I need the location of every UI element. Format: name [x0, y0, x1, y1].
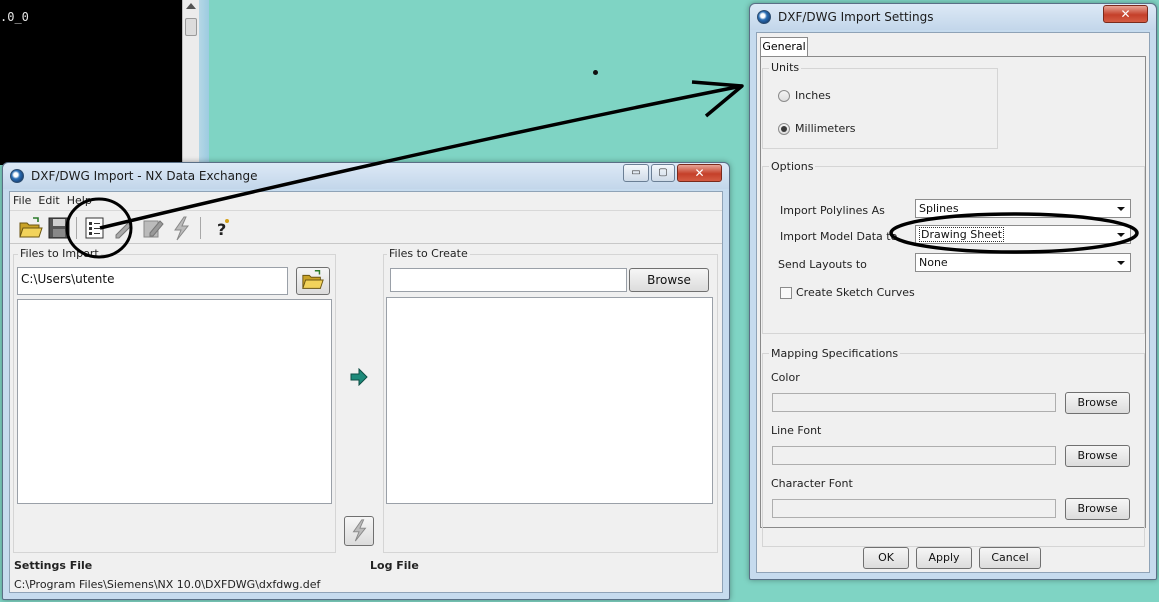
open-folder-icon [302, 270, 324, 289]
edit-icon[interactable] [112, 215, 138, 241]
settings-file-label: Settings File [14, 559, 93, 572]
settings-close-button[interactable]: ✕ [1103, 5, 1148, 23]
inches-label: Inches [795, 89, 831, 102]
units-label: Units [769, 61, 802, 74]
import-polylines-select[interactable]: Splines [915, 199, 1131, 218]
import-model-select[interactable]: Drawing Sheet [915, 225, 1131, 244]
import-polylines-value: Splines [919, 202, 959, 215]
general-tab-pane: Units Inches Millimeters Options Import … [760, 56, 1146, 547]
import-model-label: Import Model Data to [780, 230, 898, 243]
dropdown-arrow-icon [1117, 207, 1125, 211]
create-sketch-checkbox[interactable] [780, 287, 792, 299]
settings-title: DXF/DWG Import Settings [778, 10, 934, 24]
cancel-button[interactable]: Cancel [979, 547, 1041, 569]
create-path-input[interactable] [390, 268, 627, 292]
import-window-title: DXF/DWG Import - NX Data Exchange [31, 169, 258, 183]
menu-file[interactable]: File [10, 192, 35, 207]
minimize-button[interactable]: ▭ [623, 164, 649, 182]
scroll-thumb[interactable] [185, 18, 197, 36]
files-to-import-label: Files to Import [18, 247, 101, 260]
millimeters-label: Millimeters [795, 122, 856, 135]
mapping-label: Mapping Specifications [769, 347, 901, 360]
send-layouts-label: Send Layouts to [778, 258, 867, 271]
character-font-path-input[interactable] [772, 499, 1056, 518]
options-frame [762, 166, 1145, 334]
import-window-client: File Edit Help ? Files to Import C:\User… [9, 191, 723, 593]
import-settings-dialog: DXF/DWG Import Settings ✕ General Units … [749, 3, 1157, 580]
help-icon[interactable]: ? [210, 215, 236, 241]
maximize-button[interactable]: ▢ [651, 164, 675, 182]
console-text: .0_0 [0, 10, 29, 24]
annotation-arrow-head [691, 80, 744, 118]
log-file-label: Log File [370, 559, 419, 572]
radio-inches[interactable] [778, 90, 790, 102]
color-browse-button[interactable]: Browse [1065, 392, 1130, 414]
import-polylines-label: Import Polylines As [780, 204, 885, 217]
color-label: Color [771, 371, 800, 384]
settings-file-path: C:\Program Files\Siemens\NX 10.0\DXFDWG\… [14, 578, 321, 591]
close-button[interactable]: ✕ [677, 164, 722, 182]
create-sketch-label: Create Sketch Curves [796, 286, 915, 299]
line-font-path-input[interactable] [772, 446, 1056, 465]
tab-general[interactable]: General [760, 37, 808, 57]
options-label: Options [769, 160, 816, 173]
import-path-input[interactable]: C:\Users\utente [17, 267, 288, 295]
desktop-dot [593, 70, 598, 75]
send-layouts-select[interactable]: None [915, 253, 1131, 272]
send-layouts-value: None [919, 256, 948, 269]
toolbar: ? [10, 210, 722, 244]
menu-edit[interactable]: Edit [35, 192, 63, 207]
toolbar-separator [76, 217, 77, 239]
import-window-titlebar[interactable]: DXF/DWG Import - NX Data Exchange ▭ ▢ ✕ [3, 163, 729, 189]
files-to-import-list[interactable] [17, 299, 332, 504]
settings-client: General Units Inches Millimeters Options… [756, 32, 1150, 573]
settings-titlebar[interactable]: DXF/DWG Import Settings ✕ [750, 4, 1156, 30]
line-font-browse-button[interactable]: Browse [1065, 445, 1130, 467]
character-font-label: Character Font [771, 477, 853, 490]
nx-app-icon [757, 10, 771, 24]
dropdown-arrow-icon [1117, 233, 1125, 237]
files-to-create-label: Files to Create [387, 247, 470, 260]
toolbar-separator [200, 217, 201, 239]
run-import-button[interactable] [344, 516, 374, 546]
svg-text:?: ? [217, 220, 226, 239]
dropdown-arrow-icon [1117, 261, 1125, 265]
open-folder-icon[interactable] [18, 215, 44, 241]
color-path-input[interactable] [772, 393, 1056, 412]
line-font-label: Line Font [771, 424, 822, 437]
browse-create-button[interactable]: Browse [629, 268, 709, 292]
menu-help[interactable]: Help [64, 192, 96, 207]
settings-sheet-icon[interactable] [82, 215, 108, 241]
files-to-create-list[interactable] [386, 297, 713, 504]
console-window: .0_0 [0, 0, 182, 165]
run-lightning-icon[interactable] [168, 215, 194, 241]
ok-button[interactable]: OK [863, 547, 909, 569]
run-lightning-icon [352, 519, 367, 542]
apply-button[interactable]: Apply [916, 547, 972, 569]
import-window: DXF/DWG Import - NX Data Exchange ▭ ▢ ✕ … [2, 162, 730, 600]
character-font-browse-button[interactable]: Browse [1065, 498, 1130, 520]
console-scrollbar[interactable] [182, 0, 199, 165]
edit-pencil-icon[interactable] [140, 215, 166, 241]
scroll-up-arrow-icon[interactable] [186, 3, 196, 9]
radio-millimeters[interactable] [778, 123, 790, 135]
units-frame [762, 68, 998, 149]
save-icon[interactable] [46, 215, 72, 241]
transfer-arrow-icon [350, 368, 368, 386]
menu-bar: File Edit Help [10, 192, 722, 209]
import-model-value: Drawing Sheet [919, 227, 1005, 242]
nx-app-icon [10, 169, 24, 183]
window-edge [199, 0, 209, 165]
browse-import-button[interactable] [296, 267, 330, 295]
